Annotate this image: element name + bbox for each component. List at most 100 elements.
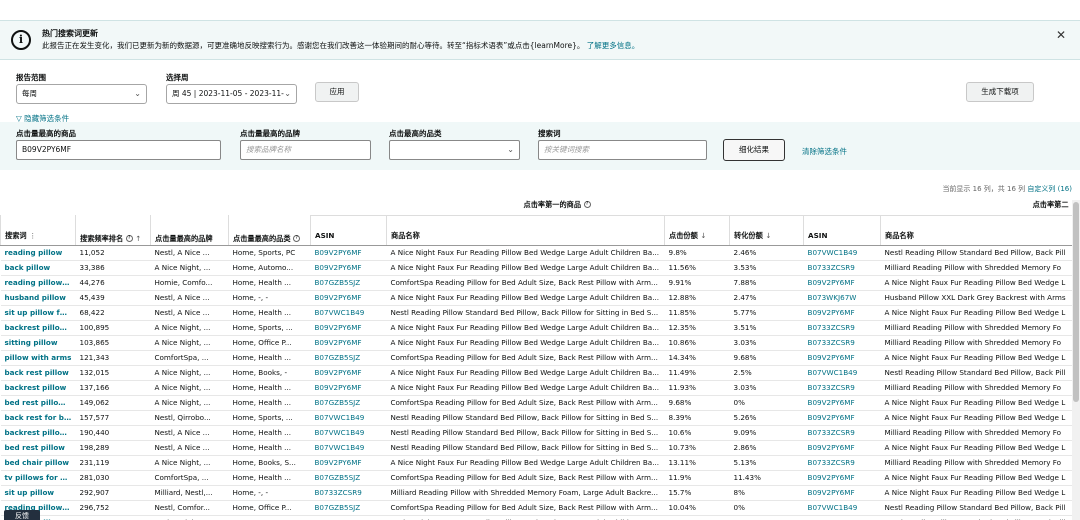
info-icon[interactable]: ? bbox=[125, 235, 133, 242]
menu-icon[interactable]: ⋮ bbox=[29, 231, 36, 240]
cell-term[interactable]: bed chair pillow bbox=[0, 455, 76, 471]
cell-title: ComfortSpa Reading Pillow for Bed Adult … bbox=[386, 470, 665, 486]
cell-asin[interactable]: B07GZB5SJZ bbox=[310, 275, 387, 291]
cell-asin-2[interactable]: B073WKJ67W bbox=[803, 290, 881, 306]
cell-asin-2[interactable]: B07VWC1B49 bbox=[803, 500, 881, 516]
cell-asin-2[interactable]: B09V2PY6MF bbox=[803, 410, 881, 426]
table-row: sitting pillow 103,865 A Nice Night, ... Ho… bbox=[0, 335, 1073, 351]
apply-button[interactable]: 应用 bbox=[315, 82, 359, 102]
cell-asin-2[interactable]: B0733ZCSR9 bbox=[803, 380, 881, 396]
cell-asin-2[interactable]: B0733ZCSR9 bbox=[803, 320, 881, 336]
cell-asin[interactable]: B07GZB5SJZ bbox=[310, 395, 387, 411]
cell-rank: 68,422 bbox=[75, 305, 151, 321]
cell-asin[interactable]: B0733ZCSR9 bbox=[310, 485, 387, 501]
info-icon[interactable]: ? bbox=[293, 235, 301, 242]
chevron-down-icon: ⌄ bbox=[134, 89, 141, 98]
report-scope-select[interactable]: 每周 ⌄ bbox=[16, 84, 147, 104]
cell-term[interactable]: backrest pillow bbox=[0, 380, 76, 396]
cell-asin[interactable]: B07VWC1B49 bbox=[310, 425, 387, 441]
col-header-category[interactable]: 点击量最高的品类 ? bbox=[228, 215, 311, 246]
col-header-asin[interactable]: ASIN bbox=[310, 215, 387, 246]
cell-asin[interactable]: B09V2PY6MF bbox=[310, 515, 387, 520]
cell-term[interactable]: tv pillows for sitti bbox=[0, 470, 76, 486]
cell-brand: Homie, Comfo... bbox=[150, 275, 229, 291]
clear-filters-link[interactable]: 清除筛选条件 bbox=[802, 146, 847, 157]
cell-asin[interactable]: B09V2PY6MF bbox=[310, 260, 387, 276]
select-week-label: 选择周 bbox=[166, 73, 189, 82]
cell-brand: A Nice Night, ... bbox=[150, 395, 229, 411]
cell-asin-2[interactable]: B0733ZCSR9 bbox=[803, 335, 881, 351]
cell-asin[interactable]: B07GZB5SJZ bbox=[310, 500, 387, 516]
search-term-input[interactable]: 按关键词搜索 bbox=[538, 140, 707, 160]
cell-term[interactable]: sit up pillow bbox=[0, 485, 76, 501]
cell-asin-2[interactable]: B09V2PY6MF bbox=[803, 395, 881, 411]
cell-asin[interactable]: B09V2PY6MF bbox=[310, 455, 387, 471]
cell-asin-2[interactable]: B09V2PY6MF bbox=[803, 440, 881, 456]
vertical-scrollbar[interactable] bbox=[1072, 200, 1080, 520]
cell-asin[interactable]: B07VWC1B49 bbox=[310, 440, 387, 456]
cell-asin-2[interactable]: B09V2PY6MF bbox=[803, 485, 881, 501]
sort-down-icon[interactable]: ↓ bbox=[765, 231, 771, 240]
cell-asin-2[interactable]: B07VWC1B49 bbox=[803, 245, 881, 261]
cell-asin[interactable]: B07GZB5SJZ bbox=[310, 470, 387, 486]
cell-asin[interactable]: B07GZB5SJZ bbox=[310, 350, 387, 366]
top-category-select[interactable]: ⌄ bbox=[389, 140, 520, 160]
cell-asin-2[interactable]: B0733ZCSR9 bbox=[803, 260, 881, 276]
generate-download-button[interactable]: 生成下载项 bbox=[966, 82, 1034, 102]
cell-asin-2[interactable]: B07VWC1B49 bbox=[803, 515, 881, 520]
cell-term[interactable]: backrest pillows fo bbox=[0, 425, 76, 441]
cell-asin-2[interactable]: B09V2PY6MF bbox=[803, 305, 881, 321]
cell-term[interactable]: back rest pillow bbox=[0, 365, 76, 381]
cell-asin-2[interactable]: B09V2PY6MF bbox=[803, 275, 881, 291]
feedback-button[interactable]: 反馈 bbox=[4, 510, 40, 520]
cell-asin[interactable]: B07VWC1B49 bbox=[310, 305, 387, 321]
cell-term[interactable]: husband pillow bbox=[0, 290, 76, 306]
close-icon[interactable]: ✕ bbox=[1056, 28, 1066, 42]
cell-asin-2[interactable]: B0733ZCSR9 bbox=[803, 425, 881, 441]
cell-term[interactable]: sitting pillow bbox=[0, 335, 76, 351]
col-header-title[interactable]: 商品名称 bbox=[386, 215, 665, 246]
col-header-term[interactable]: 搜索词 ⋮ bbox=[0, 215, 76, 246]
cell-rank: 100,895 bbox=[75, 320, 151, 336]
cell-title: Nestl Reading Pillow Standard Bed Pillow… bbox=[386, 440, 665, 456]
cell-term[interactable]: reading pillow bbox=[0, 245, 76, 261]
cell-term[interactable]: bed rest pillow wit bbox=[0, 395, 76, 411]
learn-more-link[interactable]: 了解更多信息。 bbox=[587, 41, 640, 50]
cell-asin-2[interactable]: B09V2PY6MF bbox=[803, 470, 881, 486]
col-header-conv-share[interactable]: 转化份额 ↓ bbox=[728, 215, 804, 246]
info-icon[interactable]: ? bbox=[583, 201, 591, 209]
cell-term[interactable]: sit up pillow for be bbox=[0, 305, 76, 321]
cell-asin[interactable]: B07VWC1B49 bbox=[310, 410, 387, 426]
top-product-input[interactable]: B09V2PY6MF bbox=[16, 140, 221, 160]
cell-term[interactable]: backrest pillow wi bbox=[0, 320, 76, 336]
group-header-first: 点击率第一的商品 ? bbox=[310, 197, 804, 216]
refine-results-button[interactable]: 细化结果 bbox=[723, 139, 785, 161]
cell-term[interactable]: back pillow bbox=[0, 260, 76, 276]
sort-down-icon[interactable]: ↓ bbox=[700, 231, 706, 240]
sort-up-icon[interactable]: ↑ bbox=[135, 234, 141, 243]
cell-asin[interactable]: B09V2PY6MF bbox=[310, 245, 387, 261]
cell-term[interactable]: back rest for bed s bbox=[0, 410, 76, 426]
cell-asin[interactable]: B09V2PY6MF bbox=[310, 290, 387, 306]
select-week-select[interactable]: 周 45 | 2023-11-05 - 2023-11- ⌄ bbox=[166, 84, 297, 104]
col-header-asin-2[interactable]: ASIN bbox=[803, 215, 881, 246]
customize-columns-link[interactable]: 自定义列 (16) bbox=[1027, 185, 1072, 193]
cell-asin-2[interactable]: B0733ZCSR9 bbox=[803, 455, 881, 471]
cell-asin[interactable]: B09V2PY6MF bbox=[310, 365, 387, 381]
cell-term[interactable]: pillow with arms bbox=[0, 350, 76, 366]
cell-title: A Nice Night Faux Fur Reading Pillow Bed… bbox=[386, 455, 665, 471]
col-header-brand[interactable]: 点击量最高的品牌 bbox=[150, 215, 229, 246]
col-header-click-share[interactable]: 点击份额 ↓ bbox=[664, 215, 730, 246]
cell-asin[interactable]: B09V2PY6MF bbox=[310, 380, 387, 396]
cell-term[interactable]: reading pillows fo bbox=[0, 275, 76, 291]
cell-term[interactable]: bed rest pillow bbox=[0, 440, 76, 456]
col-header-rank[interactable]: 搜索频率排名 ? ↑ bbox=[75, 215, 151, 246]
col-header-title-2[interactable]: 商品名称 bbox=[880, 215, 1073, 246]
top-brand-input[interactable]: 搜索品牌名称 bbox=[240, 140, 371, 160]
table-row: reading pillow for309,761A Nice Night, .… bbox=[0, 515, 1073, 520]
cell-asin-2[interactable]: B07VWC1B49 bbox=[803, 365, 881, 381]
scrollbar-thumb[interactable] bbox=[1073, 202, 1079, 402]
cell-asin[interactable]: B09V2PY6MF bbox=[310, 320, 387, 336]
cell-asin-2[interactable]: B09V2PY6MF bbox=[803, 350, 881, 366]
cell-asin[interactable]: B09V2PY6MF bbox=[310, 335, 387, 351]
